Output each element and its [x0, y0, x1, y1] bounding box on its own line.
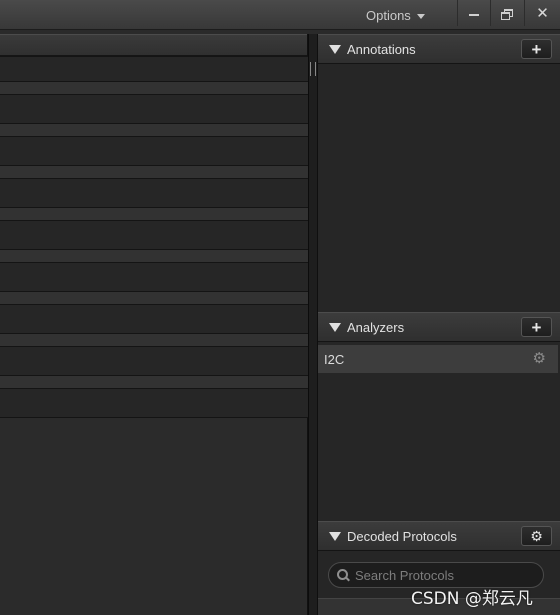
- channel-area-header: [0, 34, 307, 56]
- chevron-down-icon: [416, 13, 425, 19]
- channel-row[interactable]: [0, 388, 308, 418]
- add-annotation-button[interactable]: +: [521, 39, 552, 59]
- channel-separator: [0, 124, 308, 136]
- channel-scrollbar[interactable]: [308, 34, 317, 615]
- options-label: Options: [366, 7, 411, 23]
- title-bar: Options ✕: [0, 0, 560, 30]
- analyzers-header[interactable]: Analyzers +: [318, 312, 560, 342]
- minimize-icon: [468, 14, 479, 16]
- minimize-button[interactable]: [457, 0, 489, 26]
- add-analyzer-button[interactable]: +: [521, 317, 552, 337]
- channel-row[interactable]: [0, 346, 308, 376]
- restore-icon: [501, 8, 513, 20]
- channel-area: [0, 34, 308, 615]
- analyzers-panel: [318, 373, 560, 521]
- channel-separator: [0, 250, 308, 262]
- channel-separator: [0, 334, 308, 346]
- search-input[interactable]: [355, 567, 535, 583]
- gear-icon[interactable]: ⚙: [533, 349, 546, 367]
- plus-icon: +: [531, 39, 542, 59]
- decoded-protocols-title: Decoded Protocols: [347, 528, 457, 544]
- analyzer-label: I2C: [324, 351, 345, 367]
- annotations-header[interactable]: Annotations +: [318, 34, 560, 64]
- channel-row[interactable]: [0, 220, 308, 250]
- annotations-title: Annotations: [347, 41, 416, 57]
- channel-row[interactable]: [0, 94, 308, 124]
- collapse-triangle-icon[interactable]: [329, 531, 341, 541]
- channel-separator: [0, 376, 308, 388]
- right-sidebar: Annotations + Analyzers + I2C ⚙ Decoded …: [318, 34, 560, 615]
- channel-row[interactable]: [0, 56, 308, 82]
- channel-separator: [0, 82, 308, 94]
- channel-row[interactable]: [0, 304, 308, 334]
- plus-icon: +: [531, 317, 542, 337]
- channel-separator: [0, 208, 308, 220]
- channel-separator: [0, 292, 308, 304]
- channel-separator: [0, 166, 308, 178]
- collapse-triangle-icon[interactable]: [329, 322, 341, 332]
- decoded-protocols-settings-button[interactable]: ⚙: [521, 526, 552, 546]
- gear-icon: ⚙: [530, 528, 543, 544]
- channel-row[interactable]: [0, 136, 308, 166]
- close-button[interactable]: ✕: [524, 0, 560, 26]
- analyzers-title: Analyzers: [347, 319, 405, 335]
- splitter-grip-icon[interactable]: [310, 62, 316, 76]
- analyzer-item[interactable]: I2C ⚙: [318, 345, 558, 373]
- close-icon: ✕: [536, 5, 549, 22]
- annotations-panel: [318, 64, 560, 312]
- decoded-protocols-header[interactable]: Decoded Protocols ⚙: [318, 521, 560, 551]
- channel-row[interactable]: [0, 262, 308, 292]
- options-menu[interactable]: Options: [366, 6, 425, 24]
- restore-button[interactable]: [490, 0, 522, 26]
- collapse-triangle-icon[interactable]: [329, 44, 341, 54]
- channel-row[interactable]: [0, 178, 308, 208]
- watermark: CSDN @郑云凡: [411, 589, 533, 609]
- search-icon: [337, 569, 349, 581]
